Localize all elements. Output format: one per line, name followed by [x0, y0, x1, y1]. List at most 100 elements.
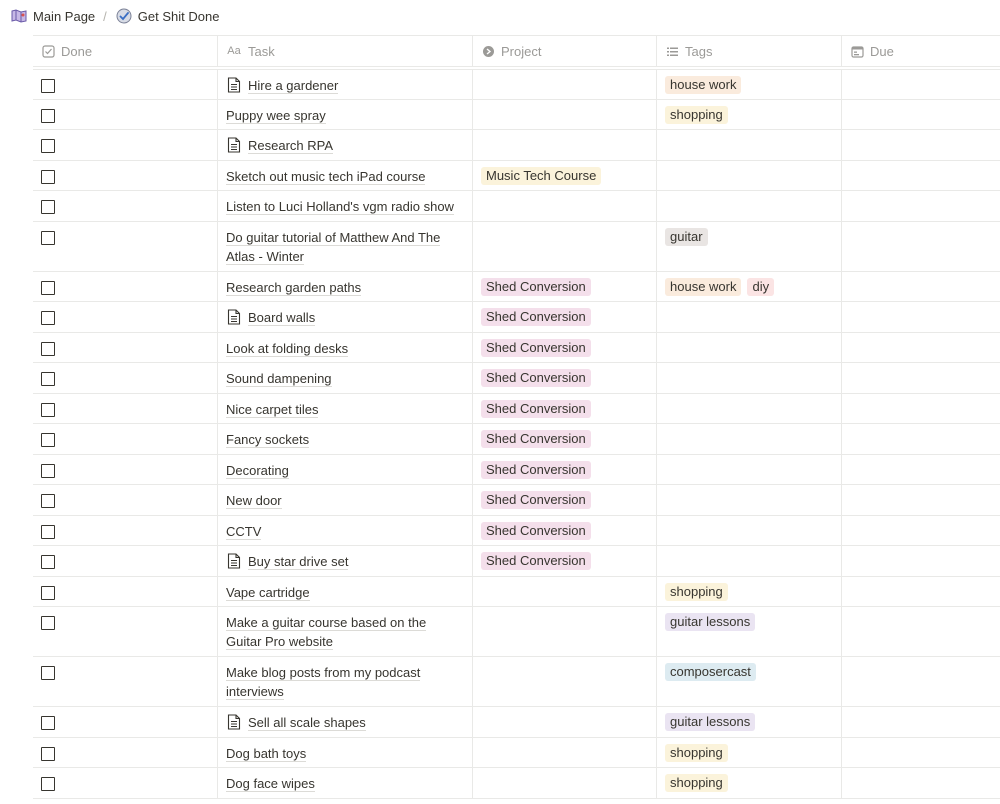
cell-due[interactable] [842, 485, 1000, 515]
cell-project[interactable] [473, 738, 657, 767]
cell-project[interactable] [473, 191, 657, 221]
cell-task[interactable]: Fancy sockets [218, 424, 473, 454]
task-title[interactable]: Decorating [226, 463, 289, 479]
cell-task[interactable]: Research RPA [218, 130, 473, 160]
cell-task[interactable]: Nice carpet tiles [218, 394, 473, 423]
cell-tags[interactable] [657, 516, 842, 545]
cell-due[interactable] [842, 607, 1000, 656]
cell-project[interactable]: Shed Conversion [473, 302, 657, 332]
cell-tags[interactable]: guitar lessons [657, 607, 842, 656]
table-row[interactable]: Board walls Shed Conversion [33, 302, 1000, 333]
cell-project[interactable]: Shed Conversion [473, 272, 657, 301]
table-row[interactable]: Buy star drive set Shed Conversion [33, 546, 1000, 577]
done-checkbox[interactable] [41, 616, 55, 630]
project-tag[interactable]: Shed Conversion [481, 278, 591, 296]
done-checkbox[interactable] [41, 231, 55, 245]
task-title[interactable]: Sound dampening [226, 371, 332, 387]
table-row[interactable]: New door Shed Conversion [33, 485, 1000, 516]
table-row[interactable]: Make blog posts from my podcast intervie… [33, 657, 1000, 707]
tag-chip[interactable]: diy [747, 278, 775, 296]
project-tag[interactable]: Shed Conversion [481, 400, 591, 418]
cell-tags[interactable] [657, 363, 842, 393]
tag-chip[interactable]: shopping [665, 744, 728, 762]
table-row[interactable]: Fancy sockets Shed Conversion [33, 424, 1000, 455]
done-checkbox[interactable] [41, 777, 55, 791]
project-tag[interactable]: Shed Conversion [481, 430, 591, 448]
cell-project[interactable]: Shed Conversion [473, 516, 657, 545]
table-row[interactable]: Do guitar tutorial of Matthew And The At… [33, 222, 1000, 272]
cell-due[interactable] [842, 657, 1000, 706]
task-title[interactable]: Puppy wee spray [226, 108, 326, 124]
column-header-done[interactable]: Done [33, 36, 218, 66]
task-title[interactable]: Hire a gardener [248, 78, 339, 94]
cell-due[interactable] [842, 738, 1000, 767]
cell-task[interactable]: Do guitar tutorial of Matthew And The At… [218, 222, 473, 271]
project-tag[interactable]: Shed Conversion [481, 522, 591, 540]
cell-project[interactable]: Shed Conversion [473, 363, 657, 393]
task-title[interactable]: Listen to Luci Holland's vgm radio show [226, 199, 454, 215]
cell-task[interactable]: Dog bath toys [218, 738, 473, 767]
project-tag[interactable]: Shed Conversion [481, 491, 591, 509]
tag-chip[interactable]: shopping [665, 106, 728, 124]
cell-task[interactable]: Dog face wipes [218, 768, 473, 798]
table-row[interactable]: Puppy wee spray shopping [33, 100, 1000, 130]
table-row[interactable]: Vape cartridge shopping [33, 577, 1000, 607]
cell-project[interactable]: Shed Conversion [473, 424, 657, 454]
cell-tags[interactable]: shopping [657, 100, 842, 129]
task-title[interactable]: Vape cartridge [226, 585, 310, 601]
cell-project[interactable] [473, 130, 657, 160]
tag-chip[interactable]: guitar lessons [665, 713, 756, 731]
cell-task[interactable]: CCTV [218, 516, 473, 545]
cell-due[interactable] [842, 394, 1000, 423]
cell-tags[interactable]: guitar [657, 222, 842, 271]
cell-task[interactable]: Listen to Luci Holland's vgm radio show [218, 191, 473, 221]
task-title[interactable]: New door [226, 493, 282, 509]
task-title[interactable]: Research garden paths [226, 280, 362, 296]
tag-chip[interactable]: guitar [665, 228, 708, 246]
cell-project[interactable]: Shed Conversion [473, 455, 657, 484]
table-row[interactable]: Research RPA [33, 130, 1000, 161]
cell-project[interactable] [473, 657, 657, 706]
table-row[interactable]: Listen to Luci Holland's vgm radio show [33, 191, 1000, 222]
project-tag[interactable]: Music Tech Course [481, 167, 602, 185]
task-title[interactable]: Board walls [248, 310, 316, 326]
cell-project[interactable]: Shed Conversion [473, 485, 657, 515]
cell-tags[interactable]: house work diy [657, 272, 842, 301]
project-tag[interactable]: Shed Conversion [481, 552, 591, 570]
cell-due[interactable] [842, 363, 1000, 393]
cell-task[interactable]: Sell all scale shapes [218, 707, 473, 737]
cell-tags[interactable]: shopping [657, 577, 842, 606]
task-title[interactable]: Sketch out music tech iPad course [226, 169, 426, 185]
cell-project[interactable]: Shed Conversion [473, 394, 657, 423]
cell-due[interactable] [842, 768, 1000, 798]
project-tag[interactable]: Shed Conversion [481, 461, 591, 479]
table-row[interactable]: Dog bath toys shopping [33, 738, 1000, 768]
tag-chip[interactable]: shopping [665, 774, 728, 792]
table-row[interactable]: Make a guitar course based on the Guitar… [33, 607, 1000, 657]
table-row[interactable]: Sell all scale shapes guitar lessons [33, 707, 1000, 738]
cell-task[interactable]: Make blog posts from my podcast intervie… [218, 657, 473, 706]
cell-task[interactable]: New door [218, 485, 473, 515]
task-title[interactable]: Do guitar tutorial of Matthew And The At… [226, 230, 441, 265]
cell-task[interactable]: Buy star drive set [218, 546, 473, 576]
tag-chip[interactable]: guitar lessons [665, 613, 756, 631]
cell-due[interactable] [842, 333, 1000, 362]
cell-due[interactable] [842, 130, 1000, 160]
column-header-project[interactable]: Project [473, 36, 657, 66]
cell-tags[interactable]: guitar lessons [657, 707, 842, 737]
table-row[interactable]: Nice carpet tiles Shed Conversion [33, 394, 1000, 424]
cell-task[interactable]: Vape cartridge [218, 577, 473, 606]
done-checkbox[interactable] [41, 716, 55, 730]
cell-tags[interactable] [657, 455, 842, 484]
done-checkbox[interactable] [41, 666, 55, 680]
cell-due[interactable] [842, 161, 1000, 190]
cell-project[interactable] [473, 707, 657, 737]
cell-project[interactable] [473, 607, 657, 656]
column-header-tags[interactable]: Tags [657, 36, 842, 66]
cell-task[interactable]: Puppy wee spray [218, 100, 473, 129]
cell-tags[interactable]: house work [657, 70, 842, 99]
cell-project[interactable]: Music Tech Course [473, 161, 657, 190]
task-title[interactable]: Sell all scale shapes [248, 715, 366, 731]
cell-task[interactable]: Make a guitar course based on the Guitar… [218, 607, 473, 656]
cell-tags[interactable] [657, 424, 842, 454]
